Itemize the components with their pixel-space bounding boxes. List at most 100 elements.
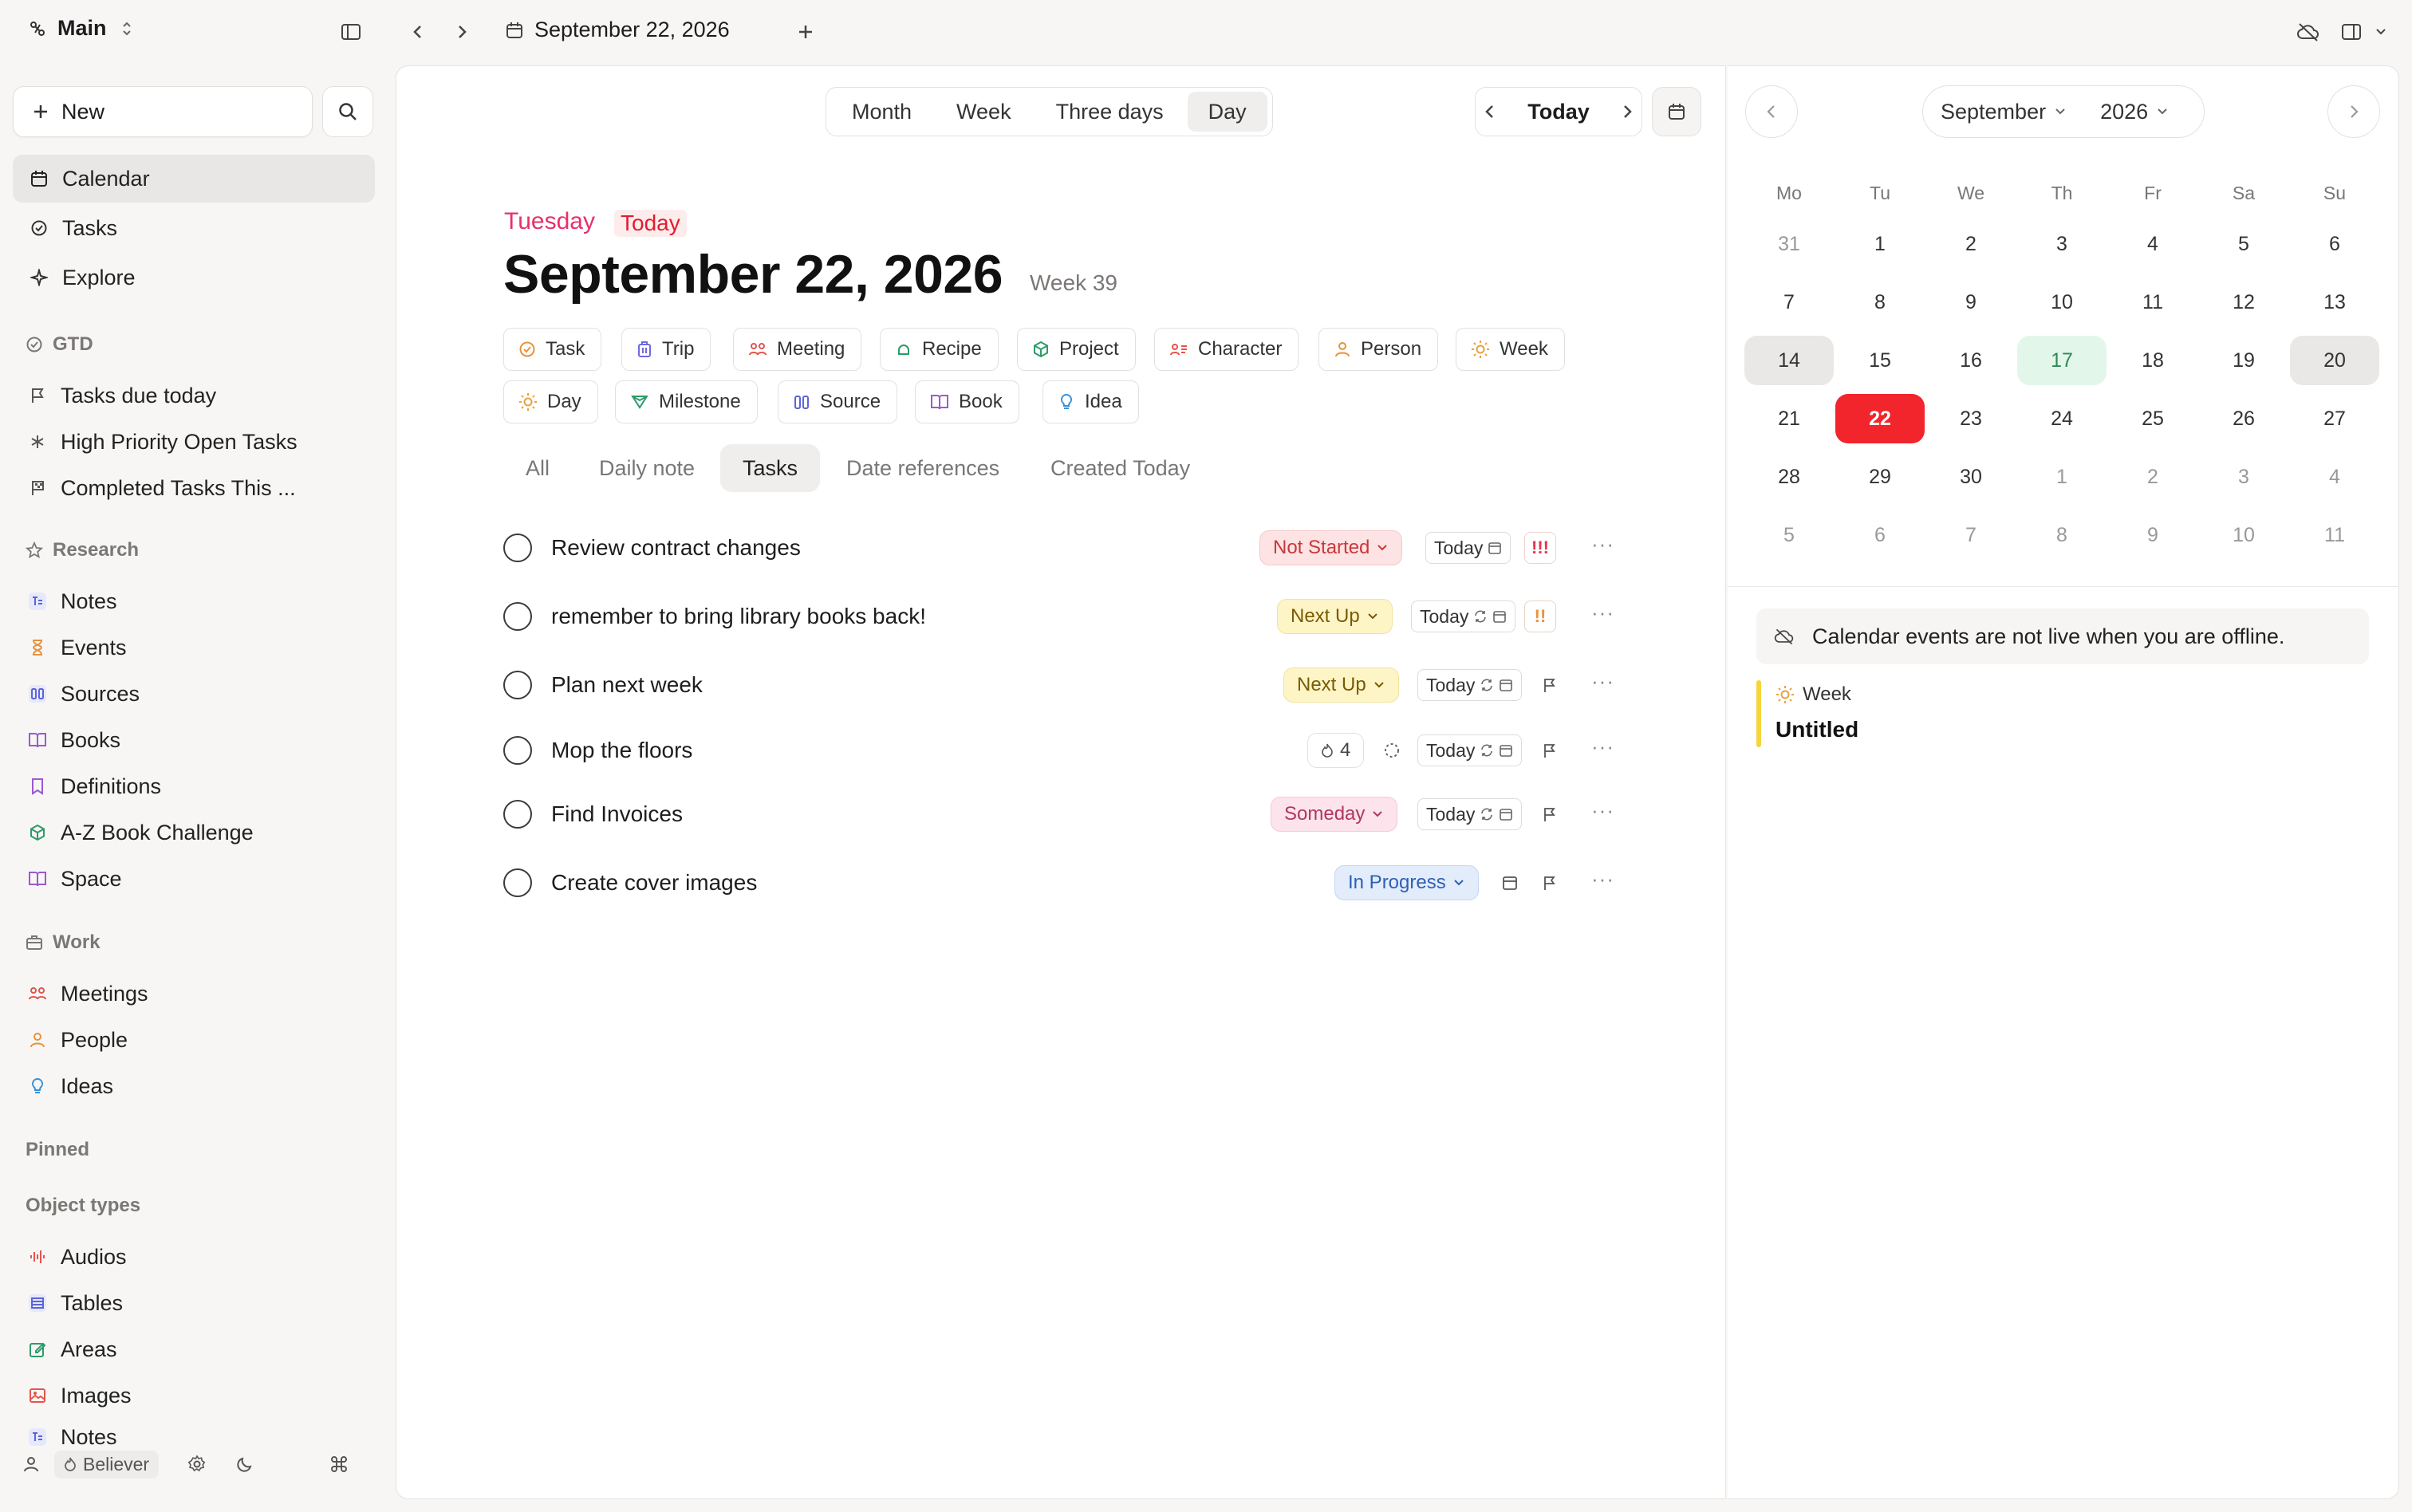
priority-badge[interactable]: !! xyxy=(1524,600,1556,632)
nav-calendar[interactable]: Calendar xyxy=(13,155,375,203)
calendar-day[interactable]: 31 xyxy=(1744,219,1834,269)
tab-date-references[interactable]: Date references xyxy=(824,444,1022,492)
status-empty-button[interactable] xyxy=(1381,739,1403,762)
tab-all[interactable]: All xyxy=(503,444,572,492)
sidebar-item-space[interactable]: Space xyxy=(26,860,122,898)
calendar-day[interactable]: 2 xyxy=(1926,219,2016,269)
calendar-day[interactable]: 22 xyxy=(1835,394,1925,443)
new-tab-button[interactable] xyxy=(786,13,825,51)
calendar-day[interactable]: 26 xyxy=(2199,394,2288,443)
dark-mode-toggle[interactable] xyxy=(235,1455,254,1474)
nav-explore[interactable]: Explore xyxy=(13,254,375,301)
view-month[interactable]: Month xyxy=(831,92,932,132)
task-checkbox[interactable] xyxy=(503,736,532,765)
sidebar-item-tables[interactable]: Tables xyxy=(26,1284,123,1322)
status-select[interactable]: In Progress xyxy=(1334,865,1479,900)
calendar-day[interactable]: 12 xyxy=(2199,278,2288,327)
status-select[interactable]: Someday xyxy=(1271,797,1398,832)
sidebar-item-people[interactable]: People xyxy=(26,1021,128,1059)
calendar-day[interactable]: 30 xyxy=(1926,452,2016,502)
calendar-day[interactable]: 3 xyxy=(2199,452,2288,502)
settings-button[interactable] xyxy=(187,1455,207,1474)
calendar-day[interactable]: 18 xyxy=(2108,336,2197,385)
task-more-button[interactable]: ··· xyxy=(1591,669,1614,694)
flag-button[interactable] xyxy=(1539,872,1561,894)
current-page-tab[interactable]: September 22, 2026 xyxy=(503,18,730,42)
effort-pill[interactable]: 4 xyxy=(1307,733,1365,768)
tab-created-today[interactable]: Created Today xyxy=(1028,444,1212,492)
calendar-day[interactable]: 5 xyxy=(1744,510,1834,560)
chip-idea[interactable]: Idea xyxy=(1042,380,1139,423)
sidebar-item-ideas[interactable]: Ideas xyxy=(26,1067,113,1105)
today-button[interactable]: Today xyxy=(1527,100,1590,124)
task-checkbox[interactable] xyxy=(503,602,532,631)
calendar-day[interactable]: 8 xyxy=(1835,278,1925,327)
sidebar-item-events[interactable]: Events xyxy=(26,628,127,667)
sidebar-item-tasks-due-today[interactable]: Tasks due today xyxy=(26,376,216,415)
calendar-day[interactable]: 16 xyxy=(1926,336,2016,385)
status-select[interactable]: Not Started xyxy=(1259,530,1403,565)
chip-project[interactable]: Project xyxy=(1017,328,1136,371)
flag-button[interactable] xyxy=(1539,739,1561,762)
chip-day[interactable]: Day xyxy=(503,380,598,423)
task-title[interactable]: Plan next week xyxy=(551,672,703,698)
year-select[interactable]: 2026 xyxy=(2100,100,2169,124)
calendar-day[interactable]: 6 xyxy=(2290,219,2379,269)
calendar-day[interactable]: 1 xyxy=(1835,219,1925,269)
calendar-day[interactable]: 29 xyxy=(1835,452,1925,502)
next-month-button[interactable] xyxy=(2327,85,2380,138)
task-row[interactable]: Create cover images In Progress ··· xyxy=(503,859,1620,907)
due-date-pill[interactable]: Today xyxy=(1417,734,1523,766)
plan-badge[interactable]: Believer xyxy=(54,1450,160,1479)
task-checkbox[interactable] xyxy=(503,800,532,829)
section-object-types[interactable]: Object types xyxy=(26,1195,140,1217)
task-checkbox[interactable] xyxy=(503,868,532,897)
week-event-card[interactable]: Week Untitled xyxy=(1756,680,2235,747)
calendar-day[interactable]: 7 xyxy=(1926,510,2016,560)
flag-button[interactable] xyxy=(1539,803,1561,825)
new-button[interactable]: New xyxy=(13,86,313,137)
prev-day-button[interactable] xyxy=(1484,102,1496,121)
due-date-pill[interactable]: Today xyxy=(1417,798,1523,830)
forward-button[interactable] xyxy=(443,13,481,51)
task-checkbox[interactable] xyxy=(503,671,532,699)
sidebar-item-az-book-challenge[interactable]: A-Z Book Challenge xyxy=(26,813,254,852)
task-more-button[interactable]: ··· xyxy=(1591,798,1614,823)
calendar-day[interactable]: 14 xyxy=(1744,336,1834,385)
task-more-button[interactable]: ··· xyxy=(1591,867,1614,892)
calendar-day[interactable]: 10 xyxy=(2017,278,2107,327)
task-row[interactable]: Find Invoices Someday Today ··· xyxy=(503,790,1620,838)
chip-person[interactable]: Person xyxy=(1318,328,1439,371)
calendar-day[interactable]: 2 xyxy=(2108,452,2197,502)
calendar-day[interactable]: 9 xyxy=(2108,510,2197,560)
sidebar-item-completed-tasks[interactable]: Completed Tasks This ... xyxy=(26,469,296,507)
nav-tasks[interactable]: Tasks xyxy=(13,204,375,252)
view-day[interactable]: Day xyxy=(1187,92,1267,132)
view-three-days[interactable]: Three days xyxy=(1035,92,1184,132)
back-button[interactable] xyxy=(399,13,437,51)
calendar-day[interactable]: 7 xyxy=(1744,278,1834,327)
flag-button[interactable] xyxy=(1539,674,1561,696)
chip-recipe[interactable]: Recipe xyxy=(880,328,999,371)
task-title[interactable]: Mop the floors xyxy=(551,738,692,763)
task-row[interactable]: Review contract changes Not Started Toda… xyxy=(503,524,1620,572)
task-row[interactable]: Mop the floors 4 Today ··· xyxy=(503,726,1620,774)
calendar-day[interactable]: 20 xyxy=(2290,336,2379,385)
sidebar-item-notes[interactable]: Notes xyxy=(26,582,117,620)
month-select[interactable]: September xyxy=(1941,100,2067,124)
date-button[interactable] xyxy=(1499,872,1521,894)
chip-meeting[interactable]: Meeting xyxy=(733,328,862,371)
calendar-day[interactable]: 1 xyxy=(2017,452,2107,502)
calendar-day[interactable]: 5 xyxy=(2199,219,2288,269)
calendar-day[interactable]: 28 xyxy=(1744,452,1834,502)
section-research[interactable]: Research xyxy=(26,539,139,561)
sidebar-item-images[interactable]: Images xyxy=(26,1376,132,1415)
task-title[interactable]: Review contract changes xyxy=(551,535,801,561)
task-row[interactable]: remember to bring library books back! Ne… xyxy=(503,593,1620,640)
chip-character[interactable]: Character xyxy=(1154,328,1299,371)
calendar-day[interactable]: 13 xyxy=(2290,278,2379,327)
toggle-sidebar-button[interactable] xyxy=(332,13,370,51)
sidebar-item-meetings[interactable]: Meetings xyxy=(26,975,148,1013)
date-picker-button[interactable] xyxy=(1652,87,1701,136)
task-more-button[interactable]: ··· xyxy=(1591,734,1614,759)
